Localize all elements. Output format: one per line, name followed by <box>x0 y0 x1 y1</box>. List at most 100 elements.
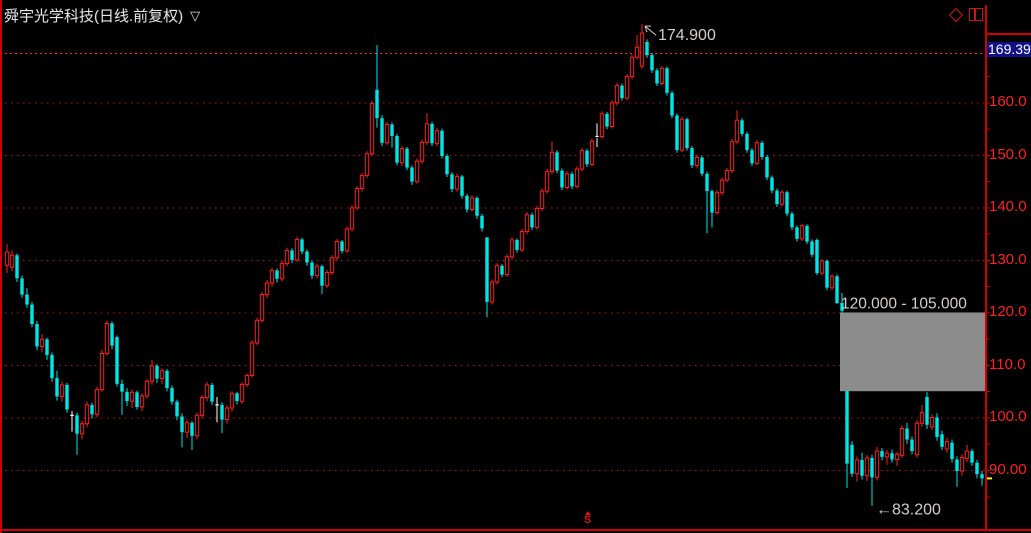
candle <box>525 212 528 234</box>
candle <box>60 381 63 401</box>
split-window-divider <box>974 9 976 20</box>
candle <box>520 229 523 252</box>
candle <box>620 83 623 100</box>
candle <box>595 123 598 147</box>
candle <box>200 395 203 419</box>
candle <box>865 455 868 481</box>
candle <box>610 100 613 128</box>
candle <box>920 405 923 427</box>
candle <box>570 172 573 189</box>
candle <box>100 350 103 392</box>
candle <box>280 261 283 281</box>
candle <box>75 413 78 455</box>
candle <box>625 74 628 100</box>
candle <box>955 456 958 486</box>
candle <box>130 390 133 408</box>
candle <box>220 402 223 433</box>
candle <box>465 194 468 213</box>
price-axis-separator <box>985 5 987 530</box>
candle <box>760 141 763 160</box>
range-box[interactable]: 120.000 - 105.000 <box>840 295 985 391</box>
candle <box>660 66 663 85</box>
candle <box>445 154 448 177</box>
candle <box>140 393 143 411</box>
candle <box>370 101 373 156</box>
candle <box>715 190 718 215</box>
candle <box>780 190 783 206</box>
candle <box>270 268 273 287</box>
candle <box>765 155 768 180</box>
candle <box>390 122 393 147</box>
candle <box>325 270 328 288</box>
candle <box>705 172 708 233</box>
low-annotation-label: ←83.200 <box>876 502 941 519</box>
candle <box>330 255 333 275</box>
page-title: 舜宇光学科技(日线.前复权) <box>4 5 183 26</box>
candle <box>240 382 243 404</box>
candle <box>820 259 823 276</box>
candle <box>910 436 913 454</box>
candle <box>825 259 828 290</box>
candle <box>795 225 798 241</box>
candle <box>345 226 348 253</box>
candle <box>650 53 653 73</box>
candle <box>150 360 153 385</box>
candle <box>805 224 808 244</box>
candle <box>25 288 28 307</box>
axis-label-160: 160.0 <box>989 94 1027 110</box>
candle <box>790 212 793 230</box>
candle <box>40 334 43 352</box>
candle <box>285 248 288 266</box>
candle <box>590 139 593 167</box>
period-dropdown[interactable]: ▽ <box>190 8 200 24</box>
candle <box>725 168 728 182</box>
candle <box>755 140 758 165</box>
candle <box>810 239 813 257</box>
candle <box>515 238 518 252</box>
candle <box>210 383 213 405</box>
candle <box>90 403 93 419</box>
axis-label-110: 110.0 <box>989 357 1025 373</box>
candle <box>560 169 563 191</box>
candle <box>195 413 198 439</box>
candle <box>155 364 158 383</box>
alert-price-badge: 169.39 <box>987 42 1031 57</box>
candle <box>420 140 423 164</box>
candle <box>305 249 308 265</box>
candle <box>405 147 408 170</box>
candle <box>430 122 433 146</box>
candle <box>745 132 748 153</box>
peak-annotation-label: 174.900 <box>658 27 716 44</box>
candle <box>645 39 648 57</box>
candle <box>425 113 428 145</box>
candle <box>490 279 493 304</box>
candle <box>175 400 178 420</box>
candle <box>110 321 113 349</box>
candle <box>655 68 658 86</box>
candle <box>260 292 263 322</box>
candle <box>975 460 978 478</box>
candle <box>850 441 853 477</box>
candle <box>170 385 173 404</box>
candle <box>965 445 968 462</box>
candle <box>580 148 583 171</box>
candle <box>495 263 498 285</box>
peak-annotation: 174.900 <box>645 26 716 44</box>
candle <box>5 244 8 273</box>
candle <box>145 379 148 398</box>
candle <box>80 421 83 440</box>
candle <box>180 413 183 447</box>
candle <box>315 264 318 279</box>
split-window-icon[interactable] <box>969 8 983 21</box>
candle <box>670 91 673 118</box>
candlestick-chart[interactable]: 120.000 - 105.000 174.900 ←83.200 <box>0 0 1031 533</box>
candle <box>830 274 833 290</box>
candle <box>545 169 548 194</box>
candle <box>680 117 683 152</box>
candle <box>105 321 108 356</box>
bottom-border <box>0 529 1031 531</box>
candle <box>300 238 303 254</box>
candle <box>540 188 543 211</box>
candle <box>225 405 228 423</box>
candle <box>960 454 963 476</box>
